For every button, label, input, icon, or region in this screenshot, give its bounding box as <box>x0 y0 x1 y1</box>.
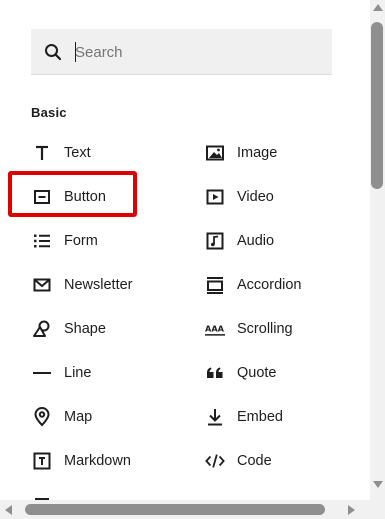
block-scrolling[interactable]: AAA Scrolling <box>204 314 293 344</box>
markdown-icon <box>31 450 53 472</box>
block-label-newsletter: Newsletter <box>64 277 133 293</box>
text-caret <box>75 42 76 62</box>
block-line[interactable]: Line <box>31 358 91 388</box>
block-label-image: Image <box>237 145 278 161</box>
block-image[interactable]: Image <box>204 138 277 168</box>
embed-download-icon <box>204 406 226 428</box>
svg-text:AAA: AAA <box>205 324 225 334</box>
scrolling-text-icon: AAA <box>204 318 226 340</box>
block-label-audio: Audio <box>237 233 275 249</box>
horizontal-scrollbar[interactable] <box>0 500 370 519</box>
block-markdown[interactable]: Markdown <box>31 446 131 476</box>
form-list-icon <box>31 230 53 252</box>
block-label-accordion: Accordion <box>237 277 302 293</box>
block-map[interactable]: Map <box>31 402 92 432</box>
block-label-text: Text <box>64 145 91 161</box>
block-audio[interactable]: Audio <box>204 226 274 256</box>
block-embed[interactable]: Embed <box>204 402 283 432</box>
block-form[interactable]: Form <box>31 226 98 256</box>
vertical-scrollbar[interactable] <box>370 0 385 500</box>
block-newsletter[interactable]: Newsletter <box>31 270 133 300</box>
block-label-video: Video <box>237 189 274 205</box>
block-label-button: Button <box>64 189 106 205</box>
block-text[interactable]: Text <box>31 138 91 168</box>
block-label-form: Form <box>64 233 98 249</box>
block-label-shape: Shape <box>64 321 106 337</box>
scroll-right-arrow-icon[interactable] <box>348 505 355 515</box>
block-label-map: Map <box>64 409 93 425</box>
block-partial-next[interactable] <box>31 490 64 500</box>
block-quote[interactable]: Quote <box>204 358 277 388</box>
block-shape[interactable]: Shape <box>31 314 106 344</box>
block-accordion[interactable]: Accordion <box>204 270 301 300</box>
block-label-scrolling: Scrolling <box>237 321 293 337</box>
accordion-icon <box>204 274 226 296</box>
scroll-left-arrow-icon[interactable] <box>5 505 12 515</box>
search-icon <box>43 42 63 62</box>
video-play-icon <box>204 186 226 208</box>
map-pin-icon <box>31 406 53 428</box>
block-button[interactable]: Button <box>31 182 106 212</box>
block-label-markdown: Markdown <box>64 453 131 469</box>
section-title-basic: Basic <box>31 105 67 120</box>
scroll-down-arrow-icon[interactable] <box>373 481 383 488</box>
search-input[interactable] <box>75 41 315 63</box>
shape-icon <box>31 318 53 340</box>
code-icon <box>204 450 226 472</box>
block-code[interactable]: Code <box>204 446 272 476</box>
block-label-code: Code <box>237 453 272 469</box>
envelope-icon <box>31 274 53 296</box>
horizontal-scroll-thumb[interactable] <box>25 504 325 515</box>
block-video[interactable]: Video <box>204 182 274 212</box>
block-label-line: Line <box>64 365 92 381</box>
block-label-embed: Embed <box>237 409 283 425</box>
text-t-icon <box>31 142 53 164</box>
scroll-up-arrow-icon[interactable] <box>373 4 383 11</box>
scrollbar-corner <box>370 500 385 519</box>
block-label-quote: Quote <box>237 365 277 381</box>
block-picker-panel: Basic Text Button Form Newsletter Shape <box>0 0 370 500</box>
search-box <box>31 29 332 75</box>
image-icon <box>204 142 226 164</box>
quote-icon <box>204 362 226 384</box>
audio-note-icon <box>204 230 226 252</box>
line-icon <box>31 362 53 384</box>
button-icon <box>31 186 53 208</box>
vertical-scroll-thumb[interactable] <box>371 22 383 189</box>
